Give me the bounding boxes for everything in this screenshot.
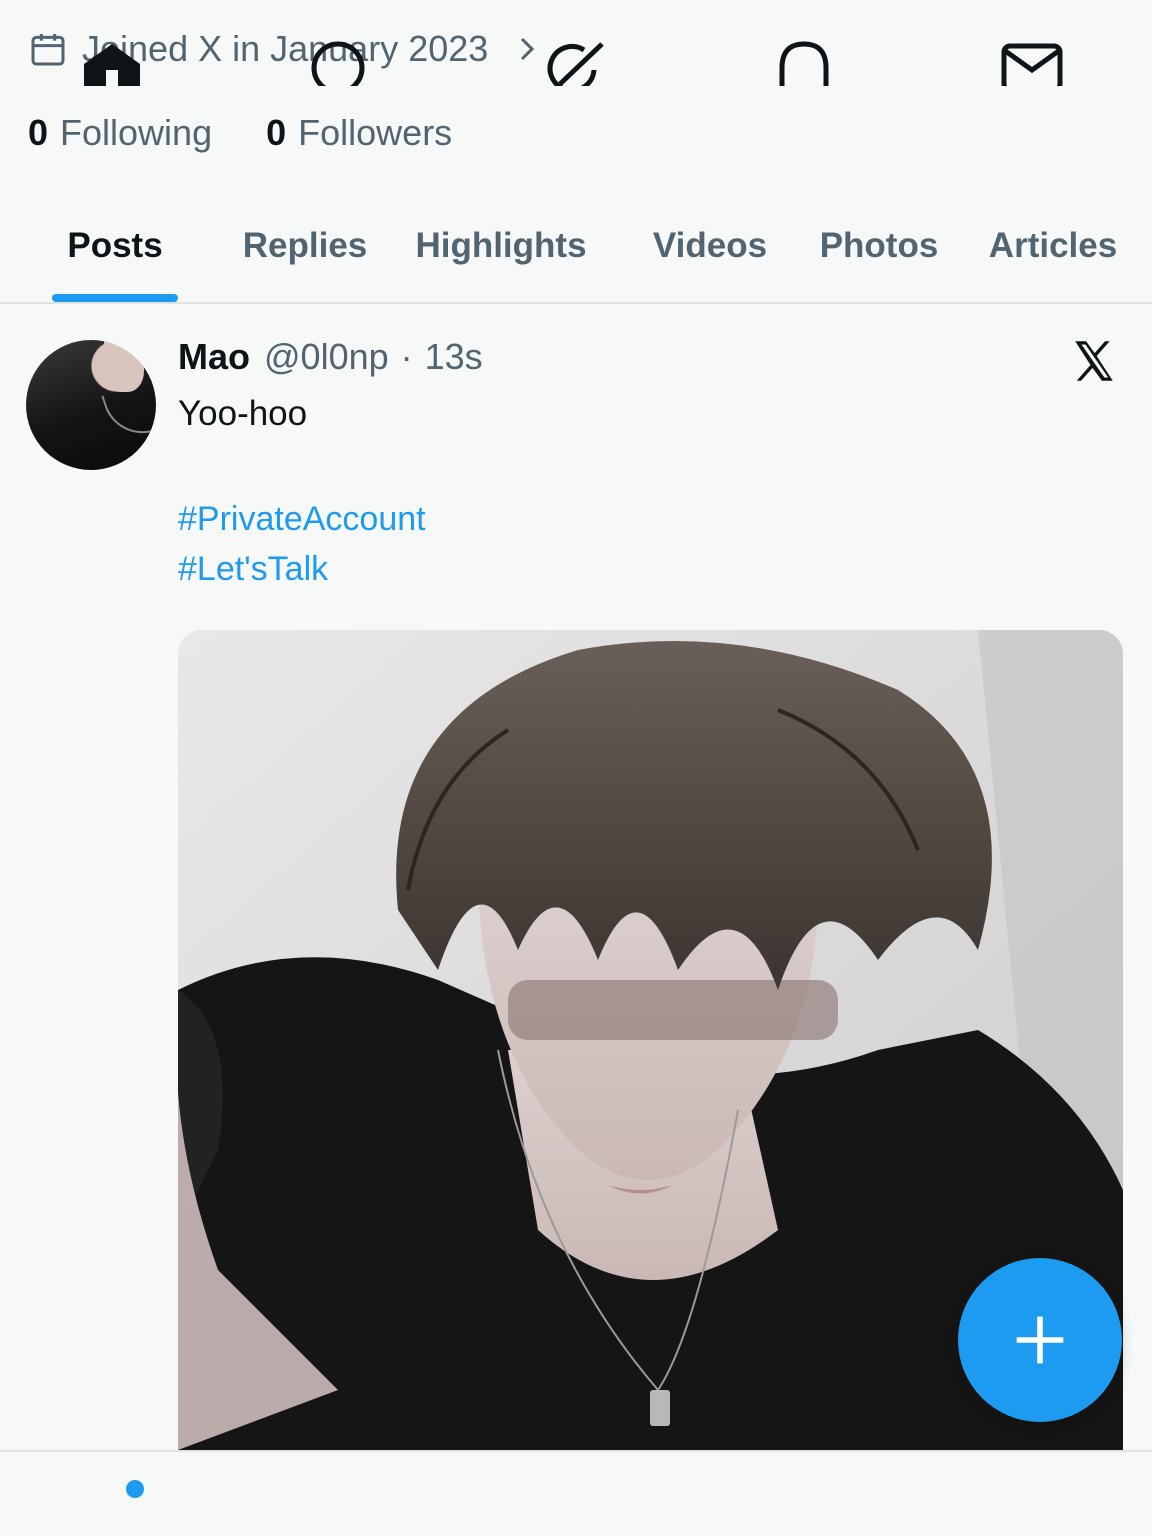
post-author-handle[interactable]: @0l0np [264,336,389,378]
chevron-right-icon[interactable] [512,34,542,64]
search-icon [306,40,370,86]
following-label: Following [60,112,213,153]
nav-search[interactable] [306,40,370,86]
followers-count: 0 [266,112,287,153]
tab-label: Posts [67,226,163,265]
nav-notifications[interactable] [772,40,836,86]
tab-label: Highlights [415,226,587,265]
post-author-name[interactable]: Mao [178,336,250,378]
messages-icon [1000,40,1064,86]
post-header: Mao @0l0np · 13s [178,332,483,382]
avatar-necklace [101,382,156,444]
tab-label: Replies [242,226,368,265]
post-timestamp[interactable]: 13s [425,336,483,378]
tab-posts[interactable]: Posts [52,190,178,302]
nav-messages[interactable] [1000,40,1064,86]
notifications-icon [772,40,836,86]
follow-counts: 0 Following 0 Followers [28,108,452,158]
nav-home[interactable] [80,40,144,86]
tab-label: Photos [819,226,939,265]
compose-post-button[interactable] [958,1258,1122,1422]
avatar[interactable] [26,340,156,470]
tab-highlights[interactable]: Highlights [410,190,592,302]
tab-photos[interactable]: Photos [808,190,950,302]
active-tab-indicator [52,294,178,302]
hashtag-link[interactable]: #Let'sTalk [178,550,328,589]
home-notification-dot [126,1480,144,1498]
followers-label: Followers [298,112,453,153]
tab-videos[interactable]: Videos [640,190,780,302]
grok-icon [540,40,604,86]
home-icon [80,40,144,86]
tab-label: Videos [652,226,768,265]
post-separator: · [400,336,413,377]
following-link[interactable]: 0 Following [28,112,212,154]
post-text: Yoo-hoo [178,394,308,433]
following-count: 0 [28,112,49,153]
x-logo-icon [1068,336,1120,386]
tab-label: Articles [988,226,1118,265]
plus-icon [1012,1312,1068,1368]
tab-articles[interactable]: Articles [982,190,1124,302]
nav-grok[interactable] [540,40,604,86]
profile-tabs: Posts Replies Highlights Videos Photos A… [0,190,1152,304]
followers-link[interactable]: 0 Followers [266,112,452,154]
tab-replies[interactable]: Replies [232,190,378,302]
calendar-icon [28,29,68,69]
hashtag-link[interactable]: #PrivateAccount [178,500,426,539]
bottom-navigation [0,1450,1152,1536]
